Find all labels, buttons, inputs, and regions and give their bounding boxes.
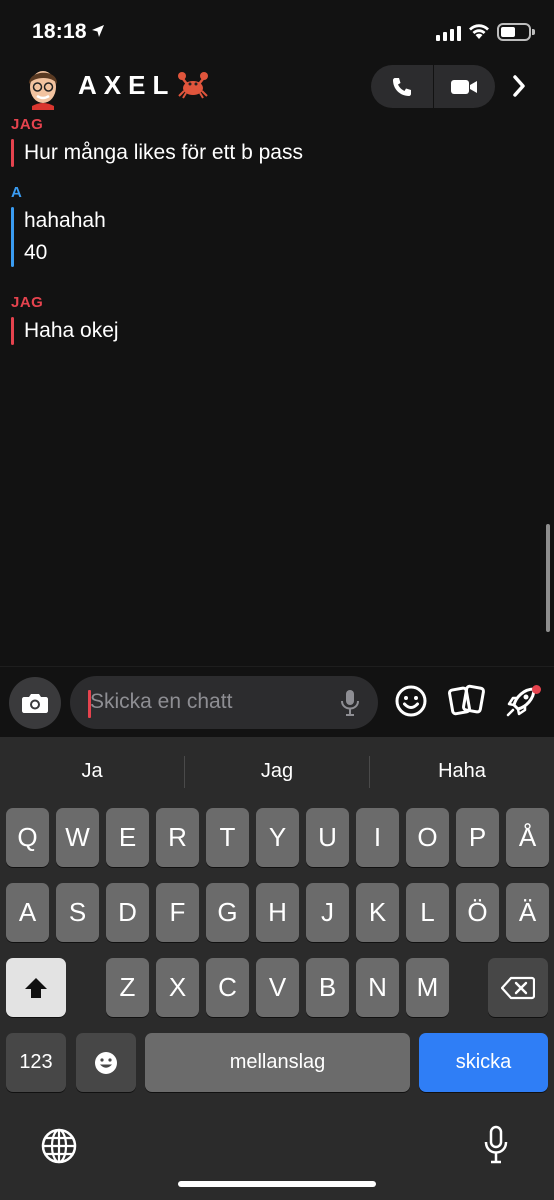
suggestion-bar: Ja Jag Haha xyxy=(0,737,554,805)
key-t[interactable]: T xyxy=(206,808,249,867)
emoji-face-icon xyxy=(95,1051,117,1074)
key-m[interactable]: M xyxy=(406,958,449,1017)
key-p[interactable]: P xyxy=(456,808,499,867)
key-f[interactable]: F xyxy=(156,883,199,942)
key-k[interactable]: K xyxy=(356,883,399,942)
voice-call-button[interactable] xyxy=(371,65,433,108)
key-v[interactable]: V xyxy=(256,958,299,1017)
send-key[interactable]: skicka xyxy=(419,1033,548,1092)
key-n[interactable]: N xyxy=(356,958,399,1017)
space-key[interactable]: mellanslag xyxy=(145,1033,410,1092)
key-a[interactable]: A xyxy=(6,883,49,942)
camera-icon xyxy=(22,694,48,713)
chat-header: AXEL xyxy=(0,62,554,112)
smiley-icon[interactable] xyxy=(394,684,428,718)
key-b[interactable]: B xyxy=(306,958,349,1017)
message-group[interactable]: A hahahah 40 xyxy=(11,184,106,269)
key-z[interactable]: Z xyxy=(106,958,149,1017)
dictation-microphone-icon[interactable] xyxy=(483,1125,509,1165)
suggestion[interactable]: Haha xyxy=(370,737,554,805)
contact-name[interactable]: AXEL xyxy=(78,70,175,101)
keyboard: Ja Jag Haha Q W E R T Y U I O P Å A S D … xyxy=(0,737,554,1200)
message-sender: JAG xyxy=(11,116,44,133)
key-q[interactable]: Q xyxy=(6,808,49,867)
location-arrow-icon xyxy=(92,25,104,37)
message-text: 40 xyxy=(24,241,48,264)
send-key-label: skicka xyxy=(455,1051,512,1073)
key-aumlaut[interactable]: Ä xyxy=(506,883,549,942)
key-j[interactable]: J xyxy=(306,883,349,942)
games-button[interactable] xyxy=(504,683,541,724)
phone-icon xyxy=(392,77,411,96)
backspace-icon xyxy=(501,976,535,999)
chat-input-bar: Skicka en chatt xyxy=(0,666,554,736)
status-bar: 18:18 xyxy=(0,0,554,62)
key-aring[interactable]: Å xyxy=(506,808,549,867)
key-r[interactable]: R xyxy=(156,808,199,867)
notification-dot xyxy=(532,685,541,694)
suggestion[interactable]: Jag xyxy=(185,737,369,805)
chat-input[interactable]: Skicka en chatt xyxy=(70,676,378,729)
message-text: hahahah xyxy=(24,209,106,232)
call-buttons xyxy=(371,65,495,108)
key-g[interactable]: G xyxy=(206,883,249,942)
chat-input-placeholder: Skicka en chatt xyxy=(90,690,233,713)
key-e[interactable]: E xyxy=(106,808,149,867)
microphone-icon[interactable] xyxy=(340,689,360,717)
key-c[interactable]: C xyxy=(206,958,249,1017)
message-sender: JAG xyxy=(11,294,44,311)
video-call-button[interactable] xyxy=(434,65,496,108)
crab-emoji-icon xyxy=(178,72,208,99)
message-group[interactable]: JAG Hur många likes för ett b pass xyxy=(11,116,303,169)
chevron-right-icon[interactable] xyxy=(512,74,526,98)
key-w[interactable]: W xyxy=(56,808,99,867)
wifi-icon xyxy=(469,24,489,39)
key-d[interactable]: D xyxy=(106,883,149,942)
backspace-key[interactable] xyxy=(488,958,548,1017)
camera-button[interactable] xyxy=(9,677,61,729)
key-h[interactable]: H xyxy=(256,883,299,942)
shift-arrow-icon xyxy=(25,977,47,998)
emoji-key[interactable] xyxy=(76,1033,136,1092)
message-text: Haha okej xyxy=(24,319,119,342)
numbers-key-label: 123 xyxy=(19,1051,53,1073)
message-list[interactable]: JAG Hur många likes för ett b pass A hah… xyxy=(0,112,554,666)
key-s[interactable]: S xyxy=(56,883,99,942)
key-l[interactable]: L xyxy=(406,883,449,942)
key-o[interactable]: O xyxy=(406,808,449,867)
key-y[interactable]: Y xyxy=(256,808,299,867)
key-oumlaut[interactable]: Ö xyxy=(456,883,499,942)
scrollbar[interactable] xyxy=(546,524,550,632)
status-time: 18:18 xyxy=(32,20,87,43)
video-camera-icon xyxy=(451,79,478,94)
cellular-signal-icon xyxy=(436,25,461,41)
suggestion[interactable]: Ja xyxy=(0,737,184,805)
key-i[interactable]: I xyxy=(356,808,399,867)
avatar[interactable] xyxy=(22,64,64,110)
battery-icon xyxy=(497,23,535,41)
key-u[interactable]: U xyxy=(306,808,349,867)
message-sender: A xyxy=(11,184,23,201)
globe-icon[interactable] xyxy=(40,1127,78,1165)
message-text: Hur många likes för ett b pass xyxy=(24,141,303,164)
space-key-label: mellanslag xyxy=(229,1051,326,1073)
stickers-cards-icon[interactable] xyxy=(448,683,486,717)
home-indicator xyxy=(178,1181,376,1187)
shift-key[interactable] xyxy=(6,958,66,1017)
numbers-key[interactable]: 123 xyxy=(6,1033,66,1092)
key-x[interactable]: X xyxy=(156,958,199,1017)
message-group[interactable]: JAG Haha okej xyxy=(11,294,119,347)
